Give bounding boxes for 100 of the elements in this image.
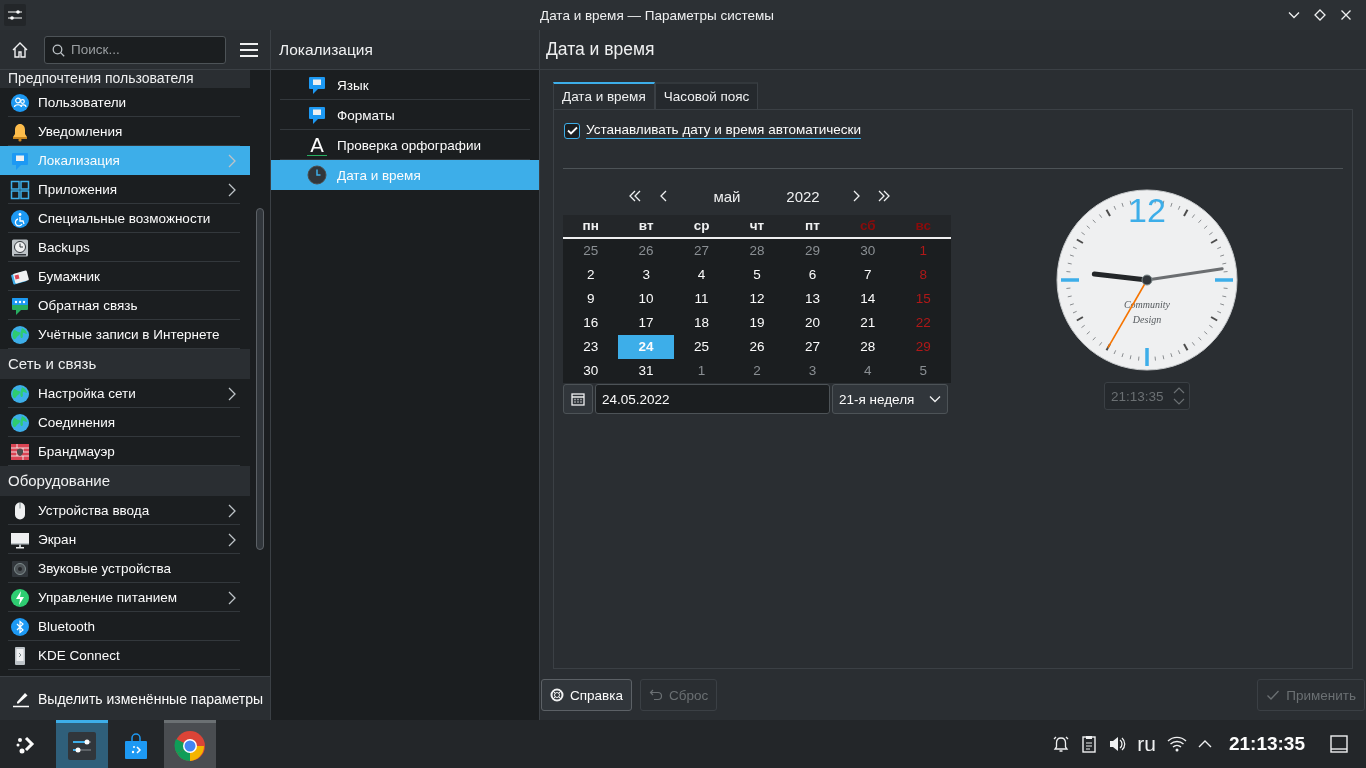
scrollbar[interactable]: [256, 208, 264, 550]
day-cell[interactable]: 28: [729, 239, 785, 263]
speech-bubble-icon: [10, 150, 30, 171]
day-cell[interactable]: 14: [840, 287, 896, 311]
section-header: Оборудование: [0, 466, 250, 496]
taskbar-clock[interactable]: 21:13:35: [1228, 733, 1305, 755]
weekday-label: вт: [618, 215, 674, 239]
clipboard-icon[interactable]: [1081, 735, 1098, 753]
tab[interactable]: Часовой пояс: [654, 82, 759, 109]
task-button[interactable]: [164, 720, 216, 768]
weekday-label: вс: [895, 215, 951, 239]
day-cell[interactable]: 16: [563, 311, 619, 335]
day-cell[interactable]: 26: [729, 335, 785, 359]
globe-icon: [10, 383, 30, 404]
bluetooth-icon: [10, 616, 30, 637]
day-cell[interactable]: 4: [673, 263, 730, 287]
day-cell[interactable]: 12: [729, 287, 785, 311]
day-cell[interactable]: 25: [563, 239, 619, 263]
weekday-label: сб: [840, 215, 896, 239]
checkbox-label[interactable]: Устанавливать дату и время автоматически: [586, 122, 862, 139]
day-cell[interactable]: 9: [563, 287, 619, 311]
alarm-bell-icon[interactable]: [1052, 735, 1071, 753]
day-cell[interactable]: 18: [673, 311, 730, 335]
day-cell[interactable]: 27: [673, 239, 730, 263]
volume-icon[interactable]: [1108, 735, 1127, 753]
day-cell[interactable]: 7: [840, 263, 896, 287]
keyboard-layout[interactable]: ru: [1137, 732, 1156, 756]
day-cell[interactable]: 30: [563, 359, 619, 383]
day-cell[interactable]: 26: [618, 239, 674, 263]
day-cell[interactable]: 6: [784, 263, 841, 287]
weekday-label: чт: [729, 215, 785, 239]
weekday-label: пн: [563, 215, 619, 239]
day-cell[interactable]: 11: [673, 287, 730, 311]
chevron-up-icon[interactable]: [1197, 739, 1212, 749]
day-cell[interactable]: 5: [895, 359, 951, 383]
section-header: Сеть и связь: [0, 349, 250, 379]
clock-icon: [307, 165, 327, 185]
week-dropdown[interactable]: 21-я неделя: [832, 384, 948, 414]
maximize-icon[interactable]: [1314, 9, 1326, 21]
shopping-bag-icon: [122, 731, 150, 760]
day-cell[interactable]: 20: [784, 311, 841, 335]
task-button[interactable]: [56, 720, 108, 768]
day-cell[interactable]: 23: [563, 335, 619, 359]
day-cell[interactable]: 2: [729, 359, 785, 383]
check-icon: [566, 126, 578, 135]
day-cell[interactable]: 31: [618, 359, 674, 383]
globe-icon: [10, 324, 30, 345]
day-cell[interactable]: 29: [784, 239, 841, 263]
page-title: Дата и время: [546, 39, 655, 60]
sliders-icon: [4, 4, 26, 26]
double-chevron-left-icon[interactable]: [628, 189, 642, 203]
double-chevron-right-icon[interactable]: [877, 189, 891, 203]
day-cell[interactable]: 27: [784, 335, 841, 359]
check-icon: [1266, 688, 1281, 702]
browser-icon: [174, 729, 206, 762]
clock-drive-icon: [10, 237, 30, 258]
day-cell[interactable]: 28: [840, 335, 896, 359]
year-button[interactable]: 2022: [783, 187, 823, 205]
chevron-down-icon: [929, 395, 941, 403]
day-cell[interactable]: 25: [673, 335, 730, 359]
show-desktop-icon[interactable]: [1330, 735, 1348, 753]
day-cell[interactable]: 2: [563, 263, 619, 287]
undo-icon: [648, 688, 663, 702]
tab[interactable]: Дата и время: [553, 82, 655, 109]
wifi-icon[interactable]: [1166, 736, 1187, 752]
day-cell[interactable]: 17: [618, 311, 674, 335]
day-cell[interactable]: 21: [840, 311, 896, 335]
day-cell[interactable]: 3: [618, 263, 674, 287]
spin-arrows-icon: [1173, 386, 1185, 406]
day-cell[interactable]: 19: [729, 311, 785, 335]
day-cell[interactable]: 1: [673, 359, 730, 383]
sliders-icon: [68, 731, 96, 760]
day-cell[interactable]: 10: [618, 287, 674, 311]
day-cell[interactable]: 30: [840, 239, 896, 263]
day-cell[interactable]: 5: [729, 263, 785, 287]
search-field[interactable]: Поиск...: [44, 35, 226, 64]
day-cell[interactable]: 4: [840, 359, 896, 383]
weekday-label: ср: [673, 215, 730, 239]
menu-icon[interactable]: [240, 41, 258, 58]
bolt-icon: [10, 587, 30, 608]
speaker-icon: [10, 558, 30, 579]
checkbox[interactable]: [564, 122, 580, 139]
day-cell[interactable]: 13: [784, 287, 841, 311]
clock-numeral: 12: [1128, 191, 1166, 229]
date-picker-button[interactable]: [563, 384, 593, 414]
dialog-button[interactable]: Справка: [541, 679, 632, 711]
close-icon[interactable]: [1340, 9, 1352, 21]
search-icon: [52, 43, 65, 57]
section-header: Предпочтения пользователя: [0, 70, 250, 88]
accessibility-icon: [10, 208, 30, 229]
users-icon: [10, 92, 30, 113]
minimize-icon[interactable]: [1288, 9, 1300, 21]
month-button[interactable]: май: [671, 187, 783, 205]
date-field[interactable]: 24.05.2022: [595, 384, 830, 414]
feedback-bubble-icon: [10, 295, 30, 316]
day-cell[interactable]: 3: [784, 359, 841, 383]
globe-icon: [10, 412, 30, 433]
weekday-label: пт: [784, 215, 841, 239]
clock-center-icon: [1141, 274, 1153, 286]
speech-bubble-icon: [307, 75, 327, 95]
